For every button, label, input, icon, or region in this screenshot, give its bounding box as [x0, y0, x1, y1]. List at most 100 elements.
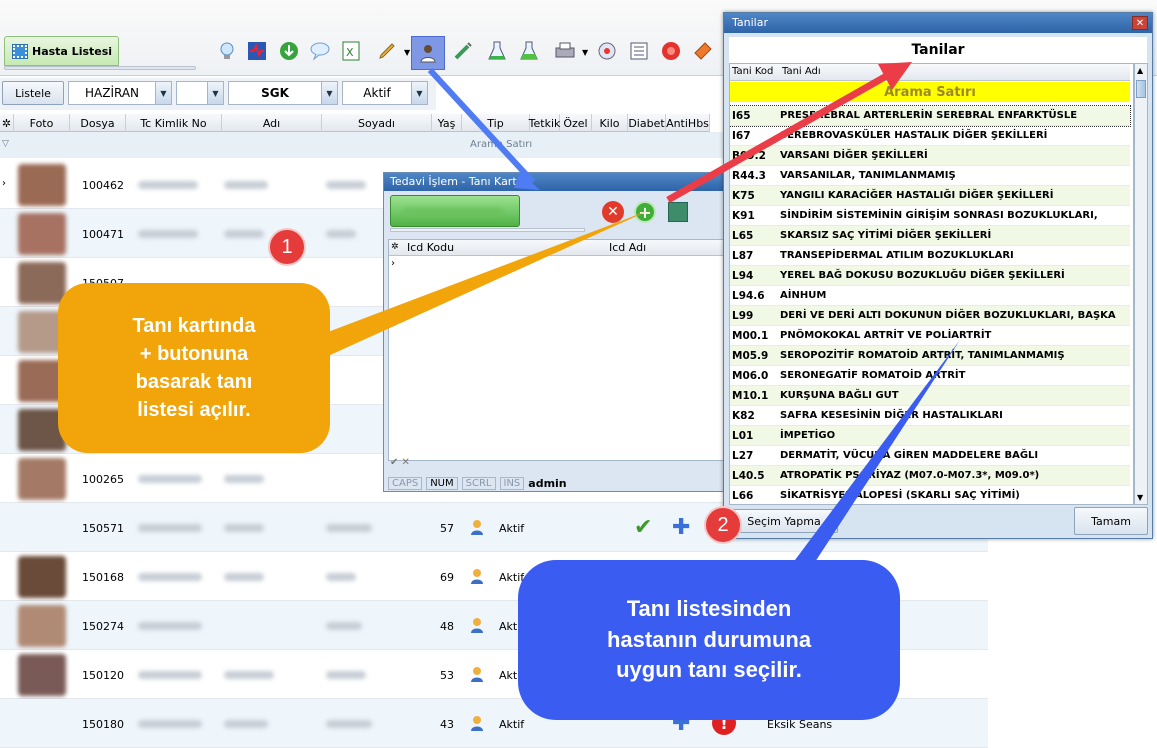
settings-icon[interactable] — [594, 38, 620, 64]
step-two-badge: 2 — [704, 506, 742, 544]
list-item[interactable]: K82 SAFRA KESESİNİN DİĞER HASTALIKLARI — [730, 406, 1130, 426]
chat-icon[interactable] — [307, 38, 333, 64]
tani-kod: L99 — [732, 309, 754, 322]
scroll-down-icon[interactable]: ▼ — [1137, 493, 1143, 502]
heart-pulse-icon[interactable] — [244, 38, 270, 64]
lightbulb-icon[interactable] — [214, 38, 240, 64]
scrollbar[interactable]: ▲ ▼ — [1134, 63, 1148, 505]
col-tani-adi[interactable]: Tani Adı — [782, 66, 821, 77]
scroll-thumb[interactable] — [1136, 80, 1146, 98]
tani-adi: VARSANI DİĞER ŞEKİLLERİ — [780, 150, 928, 161]
month-select[interactable]: HAZİRAN ▼ — [68, 81, 172, 105]
plus-icon[interactable]: ✚ — [672, 515, 690, 540]
chevron-down-icon[interactable]: ▼ — [411, 82, 427, 104]
yas-cell: 57 — [440, 522, 454, 535]
syringe-icon[interactable] — [450, 38, 476, 64]
record-icon[interactable] — [658, 38, 684, 64]
col-antihbs[interactable]: AntiHbs — [666, 114, 710, 132]
printer-icon[interactable] — [552, 38, 578, 64]
tani-adi: KURŞUNA BAĞLI GUT — [780, 390, 899, 401]
yas-cell: 53 — [440, 669, 454, 682]
yas-cell: 43 — [440, 718, 454, 731]
chevron-down-icon[interactable]: ▼ — [207, 82, 223, 104]
list-item[interactable]: L01 İMPETİGO — [730, 426, 1130, 446]
user-label: admin — [528, 476, 567, 490]
add-icon[interactable]: + — [634, 201, 656, 223]
beaker-icon[interactable] — [516, 38, 542, 64]
dosya-cell: 150168 — [82, 571, 124, 584]
col-diabet[interactable]: Diabet — [628, 114, 666, 132]
tab-hasta-listesi[interactable]: Hasta Listesi — [4, 36, 119, 66]
redacted-surname — [326, 671, 366, 679]
list-item[interactable]: L94.6 AİNHUM — [730, 286, 1130, 306]
list-item[interactable]: L94 YEREL BAĞ DOKUSU BOZUKLUĞU DİĞER ŞEKİ… — [730, 266, 1130, 286]
excel-icon[interactable]: X — [338, 38, 364, 64]
ins-indicator: INS — [499, 476, 525, 490]
chevron-down-icon[interactable]: ▼ — [404, 48, 410, 57]
search-row[interactable]: Arama Satırı — [730, 82, 1130, 102]
list-item[interactable]: L87 TRANSEPİDERMAL ATILIM BOZUKLUKLARI — [730, 246, 1130, 266]
col-foto[interactable]: Foto — [14, 114, 70, 132]
col-adi[interactable]: Adı — [222, 114, 322, 132]
col-tani-kod[interactable]: Tani Kod — [732, 66, 773, 77]
list-item[interactable]: M10.1 KURŞUNA BAĞLI GUT — [730, 386, 1130, 406]
list-item[interactable]: M05.9 SEROPOZİTİF ROMATOİD ARTRİT, TANIML… — [730, 346, 1130, 366]
ok-button[interactable]: Tamam — [1074, 507, 1148, 535]
list-item[interactable]: L27 DERMATİT, VÜCUDA GİREN MADDELERE BAĞL… — [730, 446, 1130, 466]
tani-adi: AİNHUM — [780, 290, 827, 301]
tani-adi: İMPETİGO — [780, 430, 836, 441]
tani-tab[interactable] — [390, 195, 520, 227]
scroll-up-icon[interactable]: ▲ — [1137, 66, 1143, 75]
close-icon[interactable]: ✕ — [1132, 16, 1148, 30]
listele-button[interactable]: Listele — [2, 81, 64, 105]
col-ozel[interactable]: Özel — [560, 114, 592, 132]
col-tetkik[interactable]: Tetkik — [529, 114, 560, 132]
pencil-icon[interactable] — [374, 38, 400, 64]
tani-kod: L94 — [732, 269, 754, 282]
chevron-down-icon[interactable]: ▼ — [321, 82, 337, 104]
checklist-icon[interactable] — [626, 38, 652, 64]
ticket-icon[interactable] — [690, 38, 716, 64]
delete-icon[interactable]: ✕ — [602, 201, 624, 223]
blank-select[interactable]: ▼ — [176, 81, 224, 105]
redacted-surname — [326, 622, 362, 630]
list-item[interactable]: L40.5 ATROPATİK PSORİYAZ (M07.0-M07.3*, M… — [730, 466, 1130, 486]
list-item[interactable]: L65 SKARSIZ SAÇ YİTİMİ DİĞER ŞEKİLLERİ — [730, 226, 1130, 246]
list-item[interactable]: M00.1 PNÖMOKOKAL ARTRİT VE POLİARTRİT — [730, 326, 1130, 346]
list-item[interactable]: B09.2 VARSANI DİĞER ŞEKİLLERİ — [730, 146, 1130, 166]
redacted-tc — [138, 671, 202, 679]
col-kilo[interactable]: Kilo — [592, 114, 628, 132]
check-small-icon[interactable]: ✔ ✕ — [390, 457, 410, 468]
list-item[interactable]: R44.3 VARSANILAR, TANIMLANMAMIŞ — [730, 166, 1130, 186]
col-dosya[interactable]: Dosya — [70, 114, 126, 132]
col-icd-kodu[interactable]: Icd Kodu — [407, 241, 454, 254]
dosya-cell: 100462 — [82, 179, 124, 192]
insurance-select[interactable]: SGK ▼ — [228, 81, 338, 105]
doctor-icon[interactable] — [411, 36, 445, 70]
dosya-cell: 100265 — [82, 473, 124, 486]
list-item[interactable]: K91 SİNDİRİM SİSTEMİNİN GİRİŞİM SONRASI B… — [730, 206, 1130, 226]
col-soyadi[interactable]: Soyadı — [322, 114, 432, 132]
col-yas[interactable]: Yaş — [432, 114, 462, 132]
list-item[interactable]: L66 SİKATRİSYEL ALOPESİ (SKARLI SAÇ YİTİM… — [730, 486, 1130, 504]
exit-icon[interactable] — [668, 202, 688, 222]
list-item[interactable]: K75 YANGILI KARACİĞER HASTALIĞI DİĞER ŞEK… — [730, 186, 1130, 206]
chevron-down-icon[interactable]: ▼ — [582, 48, 588, 57]
list-item[interactable]: L99 DERİ VE DERİ ALTI DOKUNUN DİĞER BOZUK… — [730, 306, 1130, 326]
list-item[interactable]: I65 PRESEREBRAL ARTERLERİN SEREBRAL ENFAR… — [730, 105, 1131, 127]
flask-icon[interactable] — [484, 38, 510, 64]
list-item[interactable]: M06.0 SERONEGATİF ROMATOİD ARTRİT — [730, 366, 1130, 386]
check-icon[interactable]: ✔ — [634, 515, 652, 540]
col-tc[interactable]: Tc Kimlik No — [126, 114, 222, 132]
tanilar-list: I65 PRESEREBRAL ARTERLERİN SEREBRAL ENFAR… — [730, 105, 1131, 504]
col-tip[interactable]: Tip — [462, 114, 530, 132]
col-icd-adi[interactable]: Icd Adı — [609, 241, 646, 254]
globe-download-icon[interactable] — [276, 38, 302, 64]
redacted-tc — [138, 230, 198, 238]
chevron-down-icon[interactable]: ▼ — [155, 82, 171, 104]
icd-grid: ✲ Icd Kodu Icd Adı › — [388, 239, 730, 461]
status-select[interactable]: Aktif ▼ — [342, 81, 428, 105]
select-none-button[interactable]: Seçim Yapma — [730, 509, 838, 533]
tani-kod: L87 — [732, 249, 754, 262]
list-item[interactable]: I67 SEREBROVASKÜLER HASTALIK DİĞER ŞEKİLL… — [730, 126, 1130, 146]
